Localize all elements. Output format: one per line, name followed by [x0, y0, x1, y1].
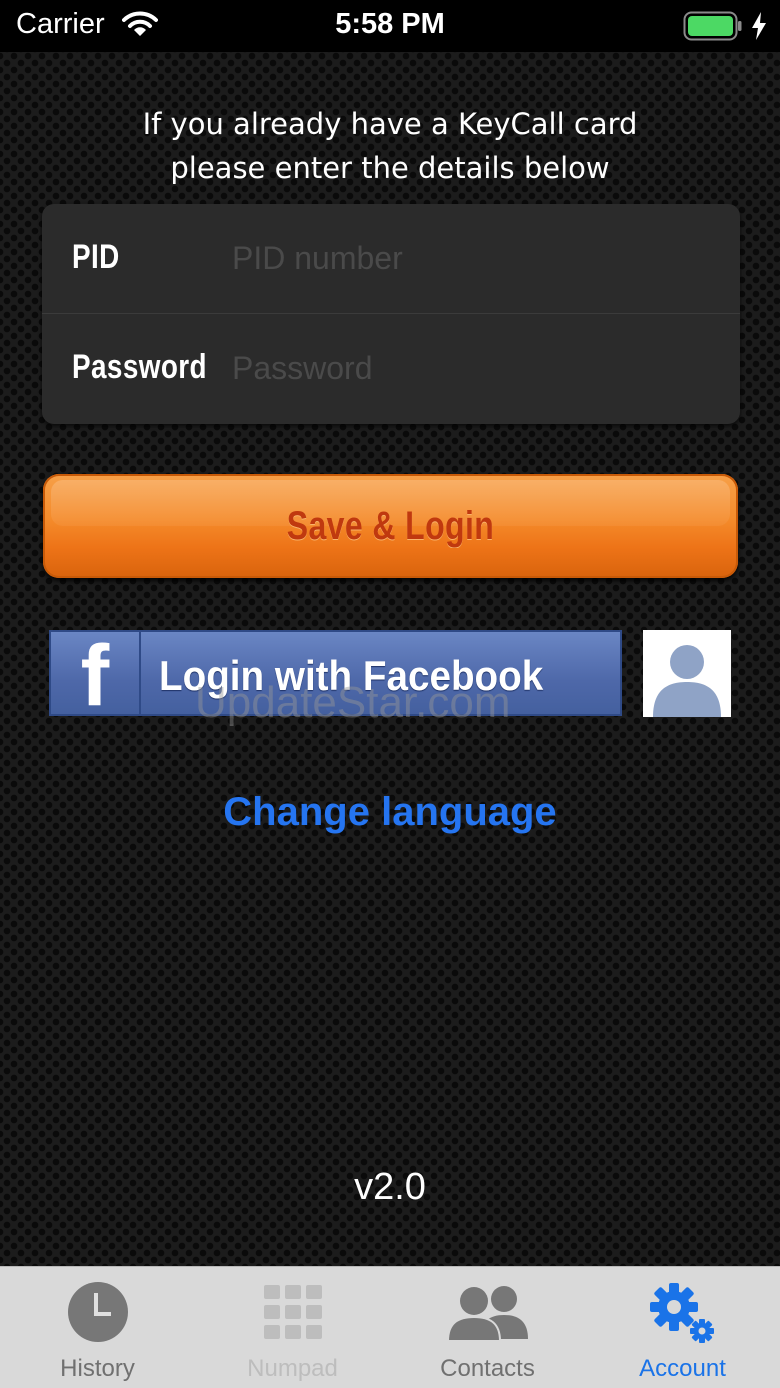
- password-label: Password: [72, 348, 207, 386]
- password-input[interactable]: [232, 340, 712, 396]
- tab-numpad-label: Numpad: [247, 1355, 338, 1382]
- password-row: Password: [42, 314, 740, 423]
- tab-bar: History Numpad Contacts Account: [0, 1266, 780, 1388]
- tab-history[interactable]: History: [0, 1267, 195, 1388]
- login-form: PID Password: [42, 204, 740, 424]
- watermark: UpdateStar.com: [195, 678, 511, 727]
- contacts-icon: [390, 1281, 585, 1343]
- gear-icon: [585, 1281, 780, 1343]
- numpad-icon: [195, 1281, 390, 1343]
- intro-line-1: If you already have a KeyCall card: [142, 107, 638, 141]
- tab-history-label: History: [60, 1355, 135, 1382]
- intro-text: If you already have a KeyCall card pleas…: [0, 102, 780, 190]
- tab-account-label: Account: [639, 1355, 726, 1382]
- tab-numpad[interactable]: Numpad: [195, 1267, 390, 1388]
- facebook-logo-icon: f: [51, 632, 141, 719]
- pid-row: PID: [42, 204, 740, 313]
- tab-account[interactable]: Account: [585, 1267, 780, 1388]
- facebook-logo-letter: f: [80, 628, 110, 724]
- clock: 5:58 PM: [335, 8, 445, 40]
- version-label: v2.0: [354, 1166, 426, 1208]
- charging-icon: [751, 12, 767, 45]
- pid-label: PID: [72, 238, 120, 276]
- battery-icon: [683, 11, 743, 46]
- tab-contacts[interactable]: Contacts: [390, 1267, 585, 1388]
- save-login-label: Save & Login: [286, 504, 495, 548]
- status-bar: Carrier 5:58 PM: [0, 0, 780, 52]
- clock-icon: [0, 1281, 195, 1343]
- change-language-link[interactable]: Change language: [0, 790, 780, 835]
- intro-line-2: please enter the details below: [170, 151, 610, 185]
- avatar-placeholder-icon: [643, 630, 731, 717]
- pid-input[interactable]: [232, 230, 712, 286]
- tab-contacts-label: Contacts: [440, 1355, 535, 1382]
- save-login-button[interactable]: Save & Login: [43, 474, 738, 578]
